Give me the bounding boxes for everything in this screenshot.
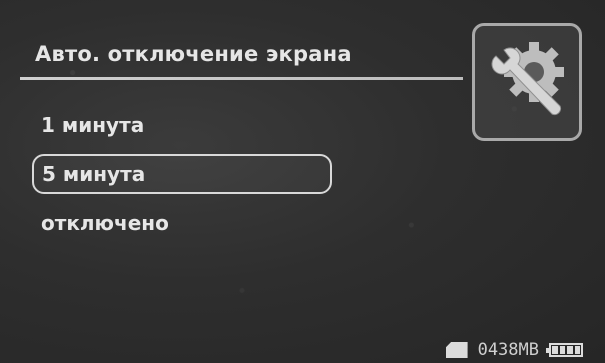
page-title: Авто. отключение экрана [35, 42, 352, 66]
auto-screen-off-screen: Авто. отключение экрана 1 минута 5 минут… [0, 0, 605, 363]
menu-item-label: 5 минута [42, 162, 146, 186]
battery-cell [559, 346, 565, 354]
battery-cell [552, 346, 558, 354]
menu-item-off[interactable]: отключено [41, 211, 169, 235]
storage-text: 0438MB [477, 340, 539, 360]
battery-cell [567, 346, 573, 354]
title-divider [20, 77, 463, 80]
menu-item-5-minutes[interactable]: 5 минута [32, 154, 332, 194]
status-bar: 0438MB [445, 340, 583, 360]
menu-item-1-minute[interactable]: 1 минута [41, 113, 144, 137]
battery-cell [574, 346, 580, 354]
sd-card-icon [445, 342, 468, 358]
battery-icon [546, 343, 583, 357]
gear-wrench-svg [491, 42, 564, 116]
settings-gear-wrench-icon [472, 23, 582, 141]
